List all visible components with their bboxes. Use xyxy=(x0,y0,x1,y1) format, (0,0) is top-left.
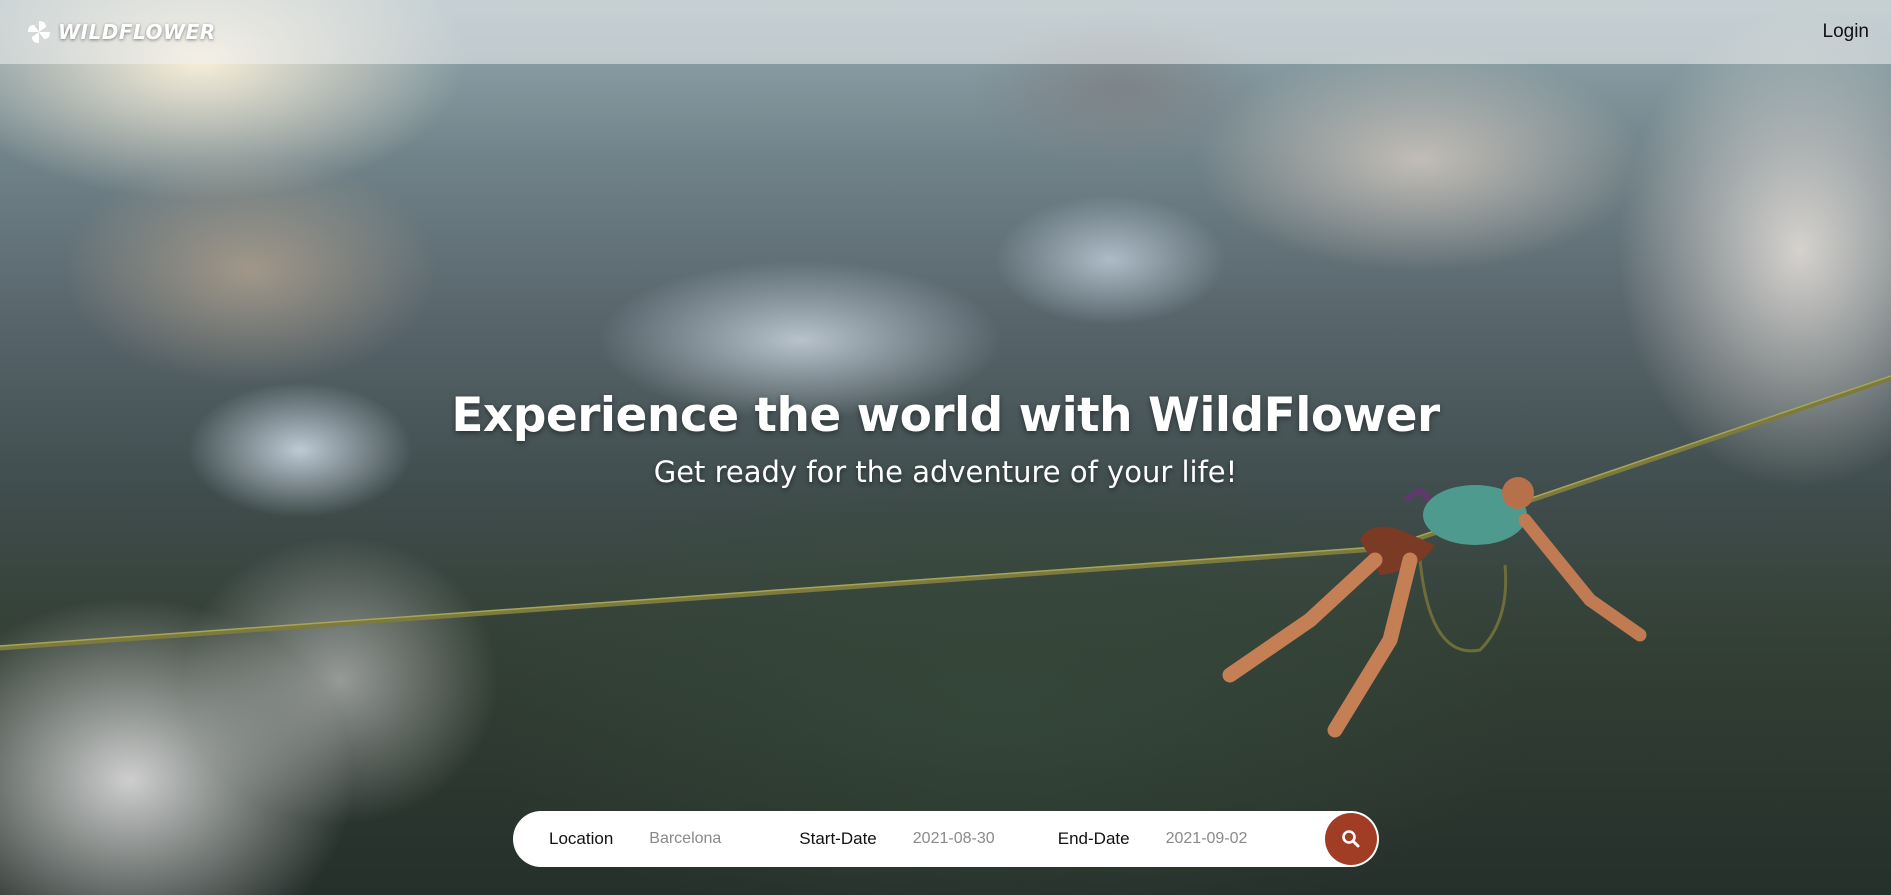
pinwheel-logo-icon xyxy=(28,21,50,43)
leash-rope xyxy=(1418,559,1508,653)
end-date-input[interactable] xyxy=(1165,830,1281,848)
slackliner-figure xyxy=(1222,477,1647,738)
start-date-field: Start-Date xyxy=(799,829,1033,849)
brand-home-link[interactable]: WILDFLOWER xyxy=(26,19,216,45)
location-input[interactable] xyxy=(649,830,800,848)
top-nav-bar: WILDFLOWER Login xyxy=(0,0,1891,64)
search-icon xyxy=(1342,830,1360,848)
start-date-input[interactable] xyxy=(912,830,1033,848)
brand-name: WILDFLOWER xyxy=(58,20,216,44)
location-label: Location xyxy=(549,829,614,848)
location-field: Location xyxy=(549,829,800,849)
search-button[interactable] xyxy=(1325,813,1377,865)
end-date-field: End-Date xyxy=(1058,829,1281,849)
login-link[interactable]: Login xyxy=(1823,21,1870,43)
start-date-label: Start-Date xyxy=(799,829,877,848)
hero-subtitle: Get ready for the adventure of your life… xyxy=(653,455,1238,489)
hero-title: Experience the world with WildFlower xyxy=(451,388,1440,443)
trip-search-form: Location Start-Date End-Date xyxy=(513,811,1379,867)
end-date-label: End-Date xyxy=(1057,829,1130,848)
hero-section: Experience the world with WildFlower Get… xyxy=(0,388,1891,489)
